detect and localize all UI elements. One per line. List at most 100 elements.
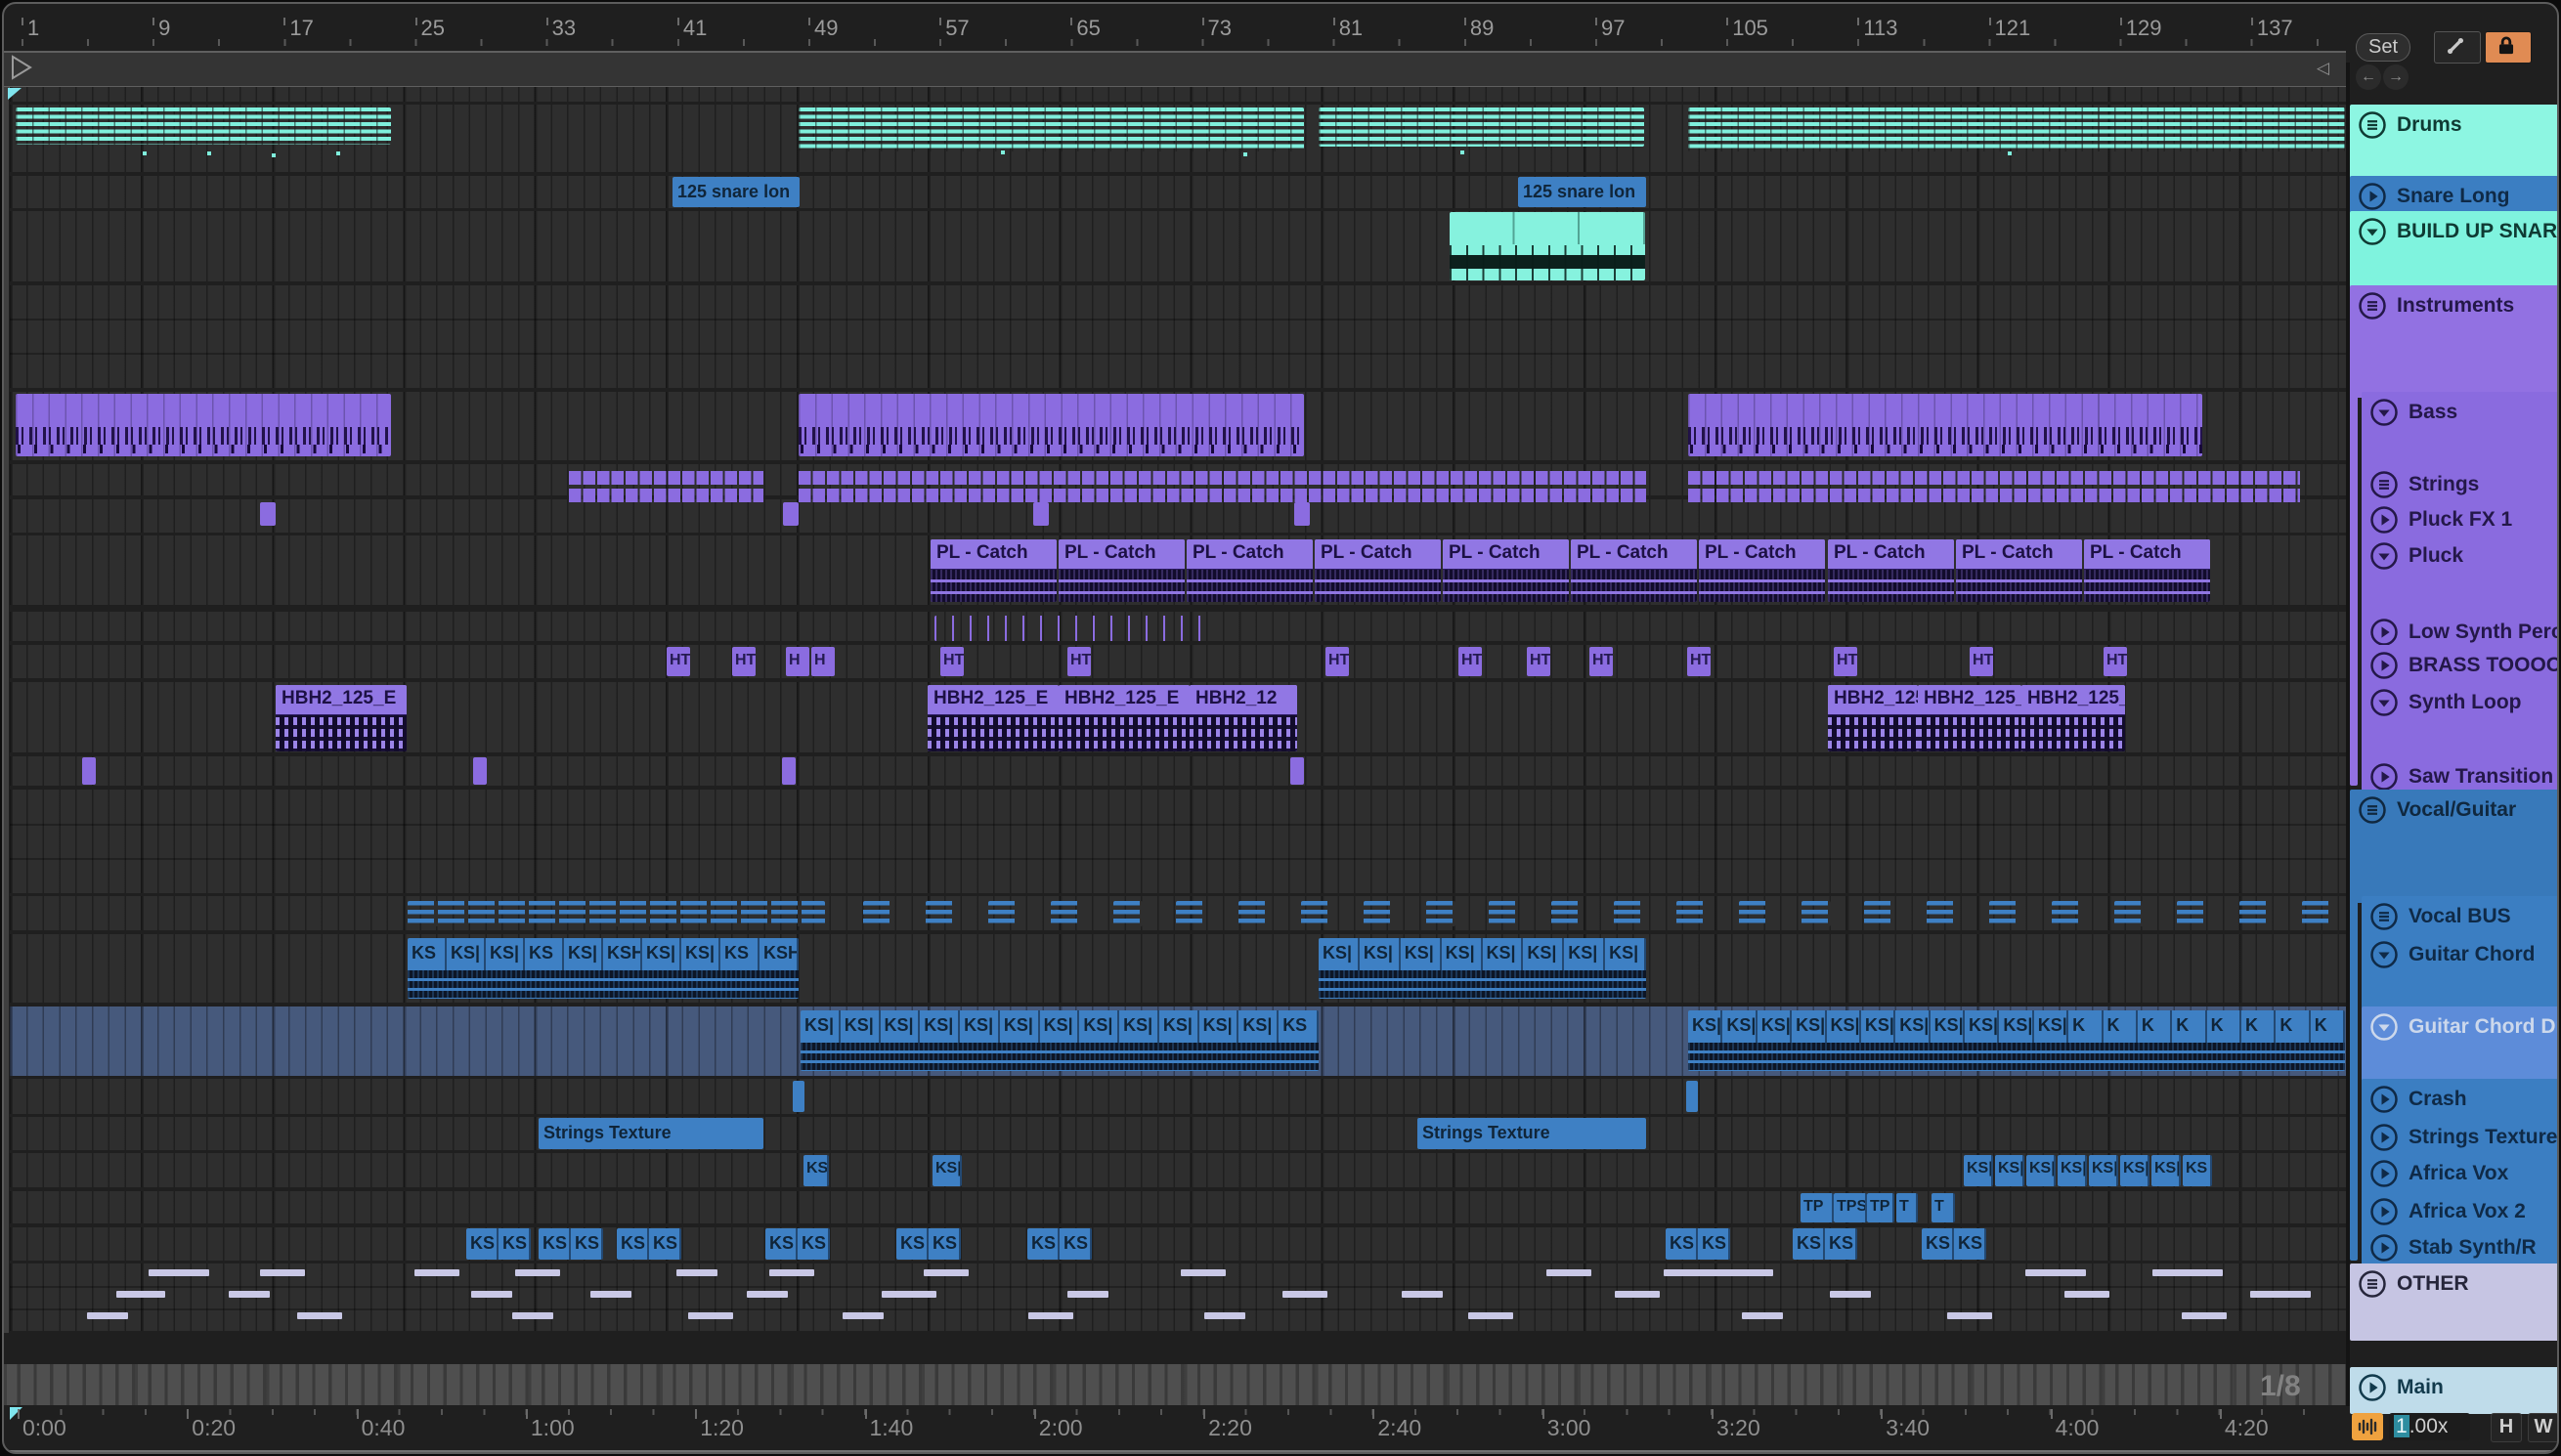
- track-header-drums[interactable]: Drums: [2350, 105, 2557, 182]
- forward-arrow-button[interactable]: →: [2383, 64, 2409, 90]
- ks-small-clip[interactable]: KS|: [1995, 1155, 2024, 1186]
- arrangement-lane-other[interactable]: [10, 1263, 2346, 1331]
- vocal-bus-dash[interactable]: [1676, 901, 1706, 926]
- play-icon[interactable]: [2369, 1159, 2399, 1188]
- pluck-catch-clip[interactable]: PL - Catch: [1315, 539, 1441, 602]
- stab-clip[interactable]: KS KS: [896, 1228, 961, 1260]
- pluck-catch-clip[interactable]: PL - Catch: [1443, 539, 1569, 602]
- arrangement-lane-africa-vox-2[interactable]: [10, 1191, 2346, 1223]
- set-button[interactable]: Set: [2356, 33, 2410, 62]
- vocal-bus-dash[interactable]: [1614, 901, 1643, 926]
- vocal-bus-dash[interactable]: [1364, 901, 1393, 926]
- fold-icon[interactable]: [2369, 688, 2399, 717]
- play-icon[interactable]: [2358, 182, 2387, 211]
- mini-clip[interactable]: [82, 757, 96, 785]
- ht-clip[interactable]: HT: [1067, 647, 1091, 676]
- tp-clip[interactable]: TP: [1867, 1193, 1894, 1222]
- vocal-bus-dash[interactable]: [1739, 901, 1768, 926]
- mini-clip[interactable]: [260, 502, 276, 526]
- fold-icon[interactable]: [2369, 940, 2399, 969]
- hbh2-clip[interactable]: HBH2_125_E: [928, 685, 1059, 751]
- drums-mini-clips[interactable]: [799, 107, 1304, 151]
- drums-mini-clips[interactable]: [16, 107, 391, 145]
- stab-clip[interactable]: KS KS: [765, 1228, 830, 1260]
- track-header-bass[interactable]: Bass: [2362, 392, 2557, 470]
- arrangement-lane-instruments[interactable]: [10, 285, 2346, 388]
- ht-clip[interactable]: H: [811, 647, 835, 676]
- ht-clip[interactable]: HT: [1458, 647, 1482, 676]
- track-header-build-up-snare[interactable]: BUILD UP SNARE: [2350, 211, 2557, 291]
- hbh2-clip[interactable]: HBH2_125_E: [2021, 685, 2125, 751]
- ks-small-clip[interactable]: KS|: [2151, 1155, 2181, 1186]
- crash-clip[interactable]: [793, 1081, 804, 1112]
- pluck-catch-clip[interactable]: PL - Catch: [1187, 539, 1313, 602]
- strings-texture-clip[interactable]: Strings Texture: [1417, 1118, 1646, 1149]
- hbh2-clip[interactable]: HBH2_12: [1190, 685, 1297, 751]
- hbh2-clip[interactable]: HBH2_125_E: [276, 685, 407, 751]
- stab-clip[interactable]: KS KS: [466, 1228, 531, 1260]
- tp-clip[interactable]: TP: [1801, 1193, 1834, 1222]
- play-icon[interactable]: [2369, 1085, 2399, 1114]
- vertical-scrollbar[interactable]: [4, 87, 9, 1333]
- audio-engine-button[interactable]: [2352, 1413, 2383, 1440]
- stab-clip[interactable]: KS KS: [1666, 1228, 1730, 1260]
- group-icon[interactable]: [2358, 1269, 2387, 1299]
- vocal-bus-dash[interactable]: [863, 901, 892, 926]
- mini-clip[interactable]: [473, 757, 487, 785]
- fold-icon[interactable]: [2369, 1012, 2399, 1042]
- track-header-pluck[interactable]: Pluck: [2362, 535, 2557, 615]
- tp-clip[interactable]: TPS: [1834, 1193, 1867, 1222]
- drums-mini-clips[interactable]: [1319, 107, 1644, 147]
- draw-mode-button[interactable]: [2434, 31, 2481, 64]
- strings-texture-clip[interactable]: Strings Texture: [539, 1118, 763, 1149]
- fold-icon[interactable]: [2369, 541, 2399, 571]
- play-icon[interactable]: [2369, 1233, 2399, 1263]
- play-icon[interactable]: [2369, 1197, 2399, 1226]
- play-marker-icon[interactable]: [10, 55, 33, 80]
- audio-clip[interactable]: 125 snare lon: [673, 177, 800, 207]
- ks-strip-clip[interactable]: KSKS|KS|KSKS|KSHM|KS|KS|KSKSHMF: [408, 938, 799, 999]
- vocal-bus-dash[interactable]: [1426, 901, 1455, 926]
- ht-clip[interactable]: HT: [940, 647, 964, 676]
- strings-segments-clip[interactable]: [569, 469, 763, 504]
- arrangement-lane-saw-transition[interactable]: [10, 756, 2346, 786]
- vocal-bus-dash[interactable]: [1864, 901, 1893, 926]
- ks-strip-clip[interactable]: KS| KS| KS| KS| KS| KS| KS| KS| KS| KS| KS| KS| KS: [801, 1010, 1319, 1071]
- mini-clip[interactable]: [1294, 502, 1310, 526]
- arrangement-lane-stab-synth-r[interactable]: [10, 1227, 2346, 1261]
- arrangement-lane-spacer[interactable]: [10, 87, 2346, 102]
- crash-clip[interactable]: [1686, 1081, 1698, 1112]
- vocal-bus-dash[interactable]: [2302, 901, 2331, 926]
- group-icon[interactable]: [2358, 291, 2387, 321]
- ht-clip[interactable]: HT: [1970, 647, 1993, 676]
- pluck-catch-clip[interactable]: PL - Catch: [2084, 539, 2210, 602]
- ht-clip[interactable]: HT: [667, 647, 690, 676]
- arrangement-lane-brass-tooooo[interactable]: [10, 645, 2346, 678]
- pluck-catch-clip[interactable]: PL - Catch: [1956, 539, 2082, 602]
- ht-clip[interactable]: HT: [1687, 647, 1711, 676]
- vocal-bus-dash[interactable]: [988, 901, 1018, 926]
- ht-clip[interactable]: HT: [1325, 647, 1349, 676]
- group-icon[interactable]: [2358, 110, 2387, 140]
- ht-clip[interactable]: HT: [1527, 647, 1550, 676]
- drums-mini-clips[interactable]: [1688, 107, 2345, 151]
- play-icon[interactable]: [2369, 1123, 2399, 1152]
- arrangement-lane-pluck-fx-1[interactable]: [10, 499, 2346, 533]
- width-zoom-button[interactable]: W: [2528, 1413, 2557, 1442]
- scroll-left-icon[interactable]: ◁: [2317, 59, 2329, 78]
- track-header-synth-loop[interactable]: Synth Loop: [2362, 682, 2557, 762]
- ks-small-clip[interactable]: KS|: [2058, 1155, 2087, 1186]
- ht-clip[interactable]: H: [786, 647, 809, 676]
- vocal-bus-clip[interactable]: [408, 901, 825, 926]
- horizontal-scrollbar[interactable]: [7, 1450, 2557, 1452]
- hbh2-clip[interactable]: HBH2_125_E_Sy: [1828, 685, 1918, 751]
- arrangement-lane-snare-long[interactable]: [10, 176, 2346, 208]
- tp-clip[interactable]: T: [1896, 1193, 1918, 1222]
- overview-scrub-strip[interactable]: [4, 1364, 2346, 1405]
- strings-segments-clip[interactable]: [1688, 469, 2300, 504]
- ks-small-clip[interactable]: KS|: [933, 1155, 962, 1186]
- ks-small-clip[interactable]: KS|: [1964, 1155, 1993, 1186]
- ht-clip[interactable]: HT: [1834, 647, 1857, 676]
- arrangement-lane-strings-texture[interactable]: [10, 1117, 2346, 1150]
- ht-clip[interactable]: HT: [732, 647, 756, 676]
